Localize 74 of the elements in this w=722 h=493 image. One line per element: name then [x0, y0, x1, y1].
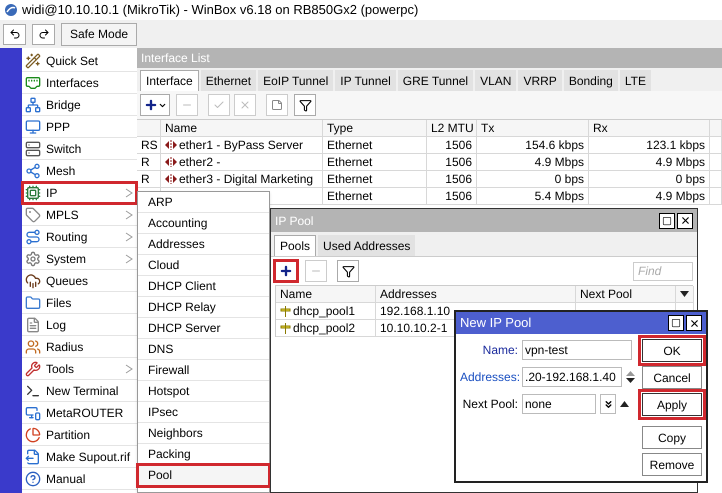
menu-item[interactable]: DHCP Relay	[138, 297, 269, 318]
field-label: Addresses:	[460, 369, 518, 386]
table-cell: dhcp_pool1	[276, 303, 376, 320]
menu-item[interactable]: Hotspot	[138, 381, 269, 402]
menu-item[interactable]: Firewall	[138, 360, 269, 381]
find-field[interactable]: Find	[633, 262, 693, 280]
field-label: Next Pool:	[462, 396, 518, 413]
table-cell: R	[137, 171, 161, 188]
tab[interactable]: VLAN	[475, 70, 516, 91]
column-header[interactable]: Type	[323, 120, 427, 137]
table-cell: 1506	[427, 171, 477, 188]
table-cell: 1506	[427, 137, 477, 154]
menu-item[interactable]: ARP	[138, 192, 269, 213]
tab[interactable]: LTE	[620, 70, 651, 91]
field-label: Name:	[482, 342, 518, 359]
table-cell: 123.1 kbps	[589, 137, 710, 154]
addresses-field[interactable]: .20-192.168.1.40	[522, 367, 622, 387]
tab[interactable]: Interface	[140, 70, 199, 91]
tab[interactable]: VRRP	[518, 70, 562, 91]
safe-mode-button[interactable]: Safe Mode	[61, 22, 138, 46]
dialog-button[interactable]: Remove	[642, 453, 702, 476]
table-cell: 1506	[427, 154, 477, 171]
table-cell: 0 bps	[589, 171, 710, 188]
table-cell: 4.9 Mbps	[589, 188, 710, 205]
window-title: IP Pool	[275, 212, 314, 230]
window-title-bar: Interface List	[137, 48, 722, 68]
sidebar-item[interactable]: System	[22, 248, 137, 270]
tab[interactable]: Ethernet	[200, 70, 256, 91]
table-cell: R	[137, 154, 161, 171]
sidebar-item[interactable]: IP	[22, 182, 137, 204]
menu-item[interactable]: Pool	[138, 465, 269, 486]
tab[interactable]: Pools	[274, 235, 316, 256]
column-header[interactable]: Name	[276, 286, 376, 303]
menu-item[interactable]: Addresses	[138, 234, 269, 255]
menu-item[interactable]: DNS	[138, 339, 269, 360]
tab[interactable]: Bonding	[564, 70, 618, 91]
column-header[interactable]: L2 MTU	[427, 120, 477, 137]
column-header[interactable]: Rx	[589, 120, 710, 137]
column-header[interactable]: Next Pool	[576, 286, 676, 303]
table-cell: dhcp_pool2	[276, 320, 376, 337]
tab[interactable]: Used Addresses	[318, 235, 416, 256]
column-header[interactable]: Addresses	[376, 286, 576, 303]
table-cell: 154.6 kbps	[477, 137, 589, 154]
next-pool-field[interactable]: none	[522, 394, 596, 414]
window-title: widi@10.10.10.1 (MikroTik) - WinBox v6.18 on RB850Gx2 (powerpc)	[22, 1, 418, 20]
tab[interactable]: IP Tunnel	[335, 70, 396, 91]
menu-item[interactable]: Accounting	[138, 213, 269, 234]
table-cell: Ethernet	[323, 137, 427, 154]
sidebar-item[interactable]: Log	[22, 314, 137, 336]
column-header[interactable]: Name	[161, 120, 323, 137]
tab[interactable]: GRE Tunnel	[398, 70, 474, 91]
menu-item[interactable]: DHCP Client	[138, 276, 269, 297]
table-cell: Ethernet	[323, 171, 427, 188]
sidebar-item[interactable]: Switch	[22, 138, 137, 160]
table-cell: 1506	[427, 188, 477, 205]
menu-item[interactable]: DHCP Server	[138, 318, 269, 339]
column-header[interactable]: Tx	[477, 120, 589, 137]
dialog-button[interactable]: Copy	[642, 426, 702, 449]
table-cell: Ethernet	[323, 188, 427, 205]
table-cell: Ethernet	[323, 154, 427, 171]
table-cell: 0 bps	[477, 171, 589, 188]
table-cell: ether3 - Digital Marketing	[161, 171, 323, 188]
table-cell: ether2 -	[161, 154, 323, 171]
table-cell: 4.9 Mbps	[477, 154, 589, 171]
table-cell: ether1 - ByPass Server	[161, 137, 323, 154]
table-cell: 5.4 Mbps	[477, 188, 589, 205]
name-field[interactable]: vpn-test	[522, 340, 632, 360]
tab[interactable]: EoIP Tunnel	[258, 70, 334, 91]
table-cell: 4.9 Mbps	[589, 154, 710, 171]
menu-item[interactable]: Cloud	[138, 255, 269, 276]
menu-item[interactable]: IPsec	[138, 402, 269, 423]
table-cell: RS	[137, 137, 161, 154]
menu-item[interactable]: Neighbors	[138, 423, 269, 444]
dialog-button[interactable]: Cancel	[642, 366, 702, 389]
